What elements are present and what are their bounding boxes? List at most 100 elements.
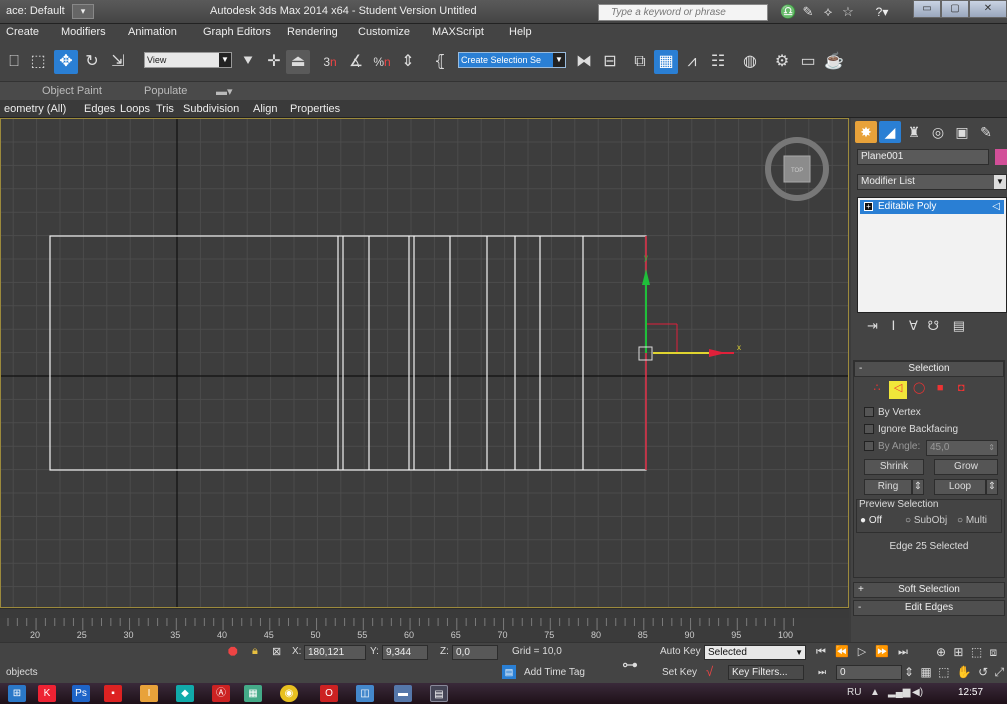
time-config-icon[interactable]: ⇕ (904, 665, 914, 679)
vertex-mode-icon[interactable]: ∴ (868, 381, 886, 399)
taskbar-app-icon[interactable]: ▤ (430, 685, 448, 702)
ribbon-options-icon[interactable]: ▬▾ (216, 85, 233, 98)
pan-icon[interactable]: ✋ (957, 665, 972, 679)
field-of-view-icon[interactable]: ▦ (920, 665, 931, 679)
add-time-tag-button[interactable]: Add Time Tag (524, 667, 585, 678)
gizmo-y-arrow[interactable] (642, 269, 650, 285)
move-gizmo[interactable]: y x (638, 253, 741, 361)
time-slider[interactable] (0, 608, 849, 618)
select-and-rotate-icon[interactable]: ↻ (80, 50, 104, 74)
zoom-icon[interactable]: ⊕ (936, 645, 946, 659)
edit-edges-rollout[interactable]: - Edit Edges (853, 600, 1005, 616)
select-and-scale-icon[interactable]: ⇲ (106, 50, 130, 74)
percent-snap-icon[interactable]: %n (370, 50, 394, 74)
minimize-button[interactable]: ▭ (913, 0, 941, 18)
chrome-taskbar-icon[interactable]: ◉ (280, 685, 298, 702)
by-angle-checkbox[interactable]: By Angle: (864, 441, 920, 452)
ignore-backfacing-checkbox[interactable]: Ignore Backfacing (864, 424, 958, 435)
snaps-toggle-icon[interactable]: 3n (318, 50, 342, 74)
menu-help[interactable]: Help (509, 26, 532, 38)
network-icon[interactable]: ▂▄▆ (888, 687, 910, 698)
material-editor-icon[interactable]: ◍ (738, 50, 762, 74)
taskbar-app-icon[interactable]: ◫ (356, 685, 374, 702)
schematic-view-icon[interactable]: ☷ (706, 50, 730, 74)
selection-rollout-header[interactable]: - Selection (854, 361, 1004, 377)
angle-snap-icon[interactable]: ∡ (344, 50, 368, 74)
taskbar-app-icon[interactable]: ▬ (394, 685, 412, 702)
rendered-frame-window-icon[interactable]: ▭ (796, 50, 820, 74)
menu-animation[interactable]: Animation (128, 26, 177, 38)
photoshop-taskbar-icon[interactable]: Ps (72, 685, 90, 702)
select-region-icon[interactable]: ⬚ (26, 50, 50, 74)
render-production-icon[interactable]: ☕ (822, 50, 846, 74)
edge-mode-icon[interactable]: ◁ (889, 381, 908, 399)
key-mode-dropdown[interactable]: Selected ▼ (704, 645, 806, 660)
select-and-move-icon[interactable]: ✥ (54, 50, 78, 74)
select-and-link-icon[interactable]: ⎕ (2, 50, 26, 74)
track-bar[interactable]: 20 25 30 35 40 45 50 55 60 65 70 75 80 85 90 95 100 (0, 618, 849, 642)
select-manipulate-icon[interactable]: ✛ (262, 50, 286, 74)
object-name-field[interactable]: Plane001 (857, 149, 989, 165)
goto-start-icon[interactable]: ⏮ (816, 646, 826, 658)
subscription-icon[interactable]: ✎ (800, 4, 816, 20)
taskbar-app-icon[interactable]: K (38, 685, 56, 702)
grow-button[interactable]: Grow (934, 459, 998, 475)
zoom-extents-all-icon[interactable]: ⧈ (990, 645, 998, 659)
ribbon-edges[interactable]: Edges (84, 103, 115, 115)
ribbon-align[interactable]: Align (253, 103, 277, 115)
render-setup-icon[interactable]: ⚙ (770, 50, 794, 74)
mirror-icon[interactable]: ⧓ (572, 50, 596, 74)
menu-graph-editors[interactable]: Graph Editors (203, 26, 271, 38)
loop-spinner-icon[interactable]: ⇕ (986, 479, 998, 495)
pivot-center-icon[interactable]: ⯆ (236, 50, 260, 74)
by-vertex-checkbox[interactable]: By Vertex (864, 407, 921, 418)
curve-editor-icon[interactable]: ⩘ (680, 50, 704, 74)
ribbon-geometry-all[interactable]: eometry (All) (4, 103, 66, 115)
border-mode-icon[interactable]: ◯ (910, 381, 928, 399)
help-button[interactable]: ?▾ (868, 3, 896, 21)
key-mode-toggle-icon[interactable]: ⏭ (818, 667, 826, 678)
hierarchy-tab-icon[interactable]: ♜ (903, 121, 925, 143)
workspace-dropdown[interactable]: ▾ (72, 4, 94, 19)
search-input[interactable]: Type a keyword or phrase (598, 4, 768, 21)
volume-icon[interactable]: ◀) (912, 687, 923, 698)
top-viewport[interactable]: y x TOP (0, 118, 849, 608)
menu-rendering[interactable]: Rendering (287, 26, 338, 38)
binoculars-icon[interactable]: ♎ (780, 4, 796, 20)
opera-taskbar-icon[interactable]: O (320, 685, 338, 702)
clock[interactable]: 12:57 (958, 687, 983, 698)
region-zoom-icon[interactable]: ⬚ (938, 665, 949, 679)
reference-coordinate-dropdown[interactable]: View ▼ (144, 52, 232, 68)
tab-populate[interactable]: Populate (144, 85, 187, 97)
spinner-snap-icon[interactable]: ⇕ (396, 50, 420, 74)
modifier-stack[interactable]: + Editable Poly ◁ (857, 197, 1007, 313)
acrobat-taskbar-icon[interactable]: Ⓐ (212, 685, 230, 702)
taskbar-app-icon[interactable]: ▪ (104, 685, 122, 702)
ribbon-subdivision[interactable]: Subdivision (183, 103, 239, 115)
remove-modifier-icon[interactable]: ☋ (928, 318, 940, 333)
communication-icon[interactable]: ⟡ (820, 4, 836, 20)
preview-subobj-radio[interactable]: ○ SubObj (905, 515, 947, 526)
menu-create[interactable]: Create (6, 26, 39, 38)
modifier-list-dropdown[interactable]: Modifier List ▼ (857, 174, 1007, 190)
x-coordinate-field[interactable]: 180,121 (304, 645, 366, 660)
set-key-icon[interactable]: ⊶ (622, 655, 638, 675)
ring-spinner-icon[interactable]: ⇕ (912, 479, 924, 495)
polygon-mode-icon[interactable]: ■ (931, 382, 949, 400)
auto-key-button[interactable]: Auto Key (660, 646, 701, 657)
viewport-canvas[interactable]: y x TOP (1, 119, 849, 608)
named-selection-set-dropdown[interactable]: Create Selection Se ▼ (458, 52, 566, 68)
start-button-icon[interactable]: ⊞ (8, 685, 26, 702)
element-mode-icon[interactable]: ◘ (952, 382, 970, 400)
favorites-star-icon[interactable]: ☆ (840, 4, 856, 20)
ring-button[interactable]: Ring (864, 479, 912, 495)
configure-sets-icon[interactable]: ▤ (953, 318, 965, 333)
create-tab-icon[interactable]: ✸ (855, 121, 877, 143)
isolate-selection-icon[interactable]: ⯃ (228, 645, 238, 660)
zoom-extents-icon[interactable]: ⬚ (971, 645, 982, 659)
modify-tab-icon[interactable]: ◢ (879, 121, 901, 143)
absolute-mode-icon[interactable]: ⊠ (272, 645, 281, 658)
shrink-button[interactable]: Shrink (864, 459, 924, 475)
taskbar-app-icon[interactable]: ▦ (244, 685, 262, 702)
z-coordinate-field[interactable]: 0,0 (452, 645, 498, 660)
